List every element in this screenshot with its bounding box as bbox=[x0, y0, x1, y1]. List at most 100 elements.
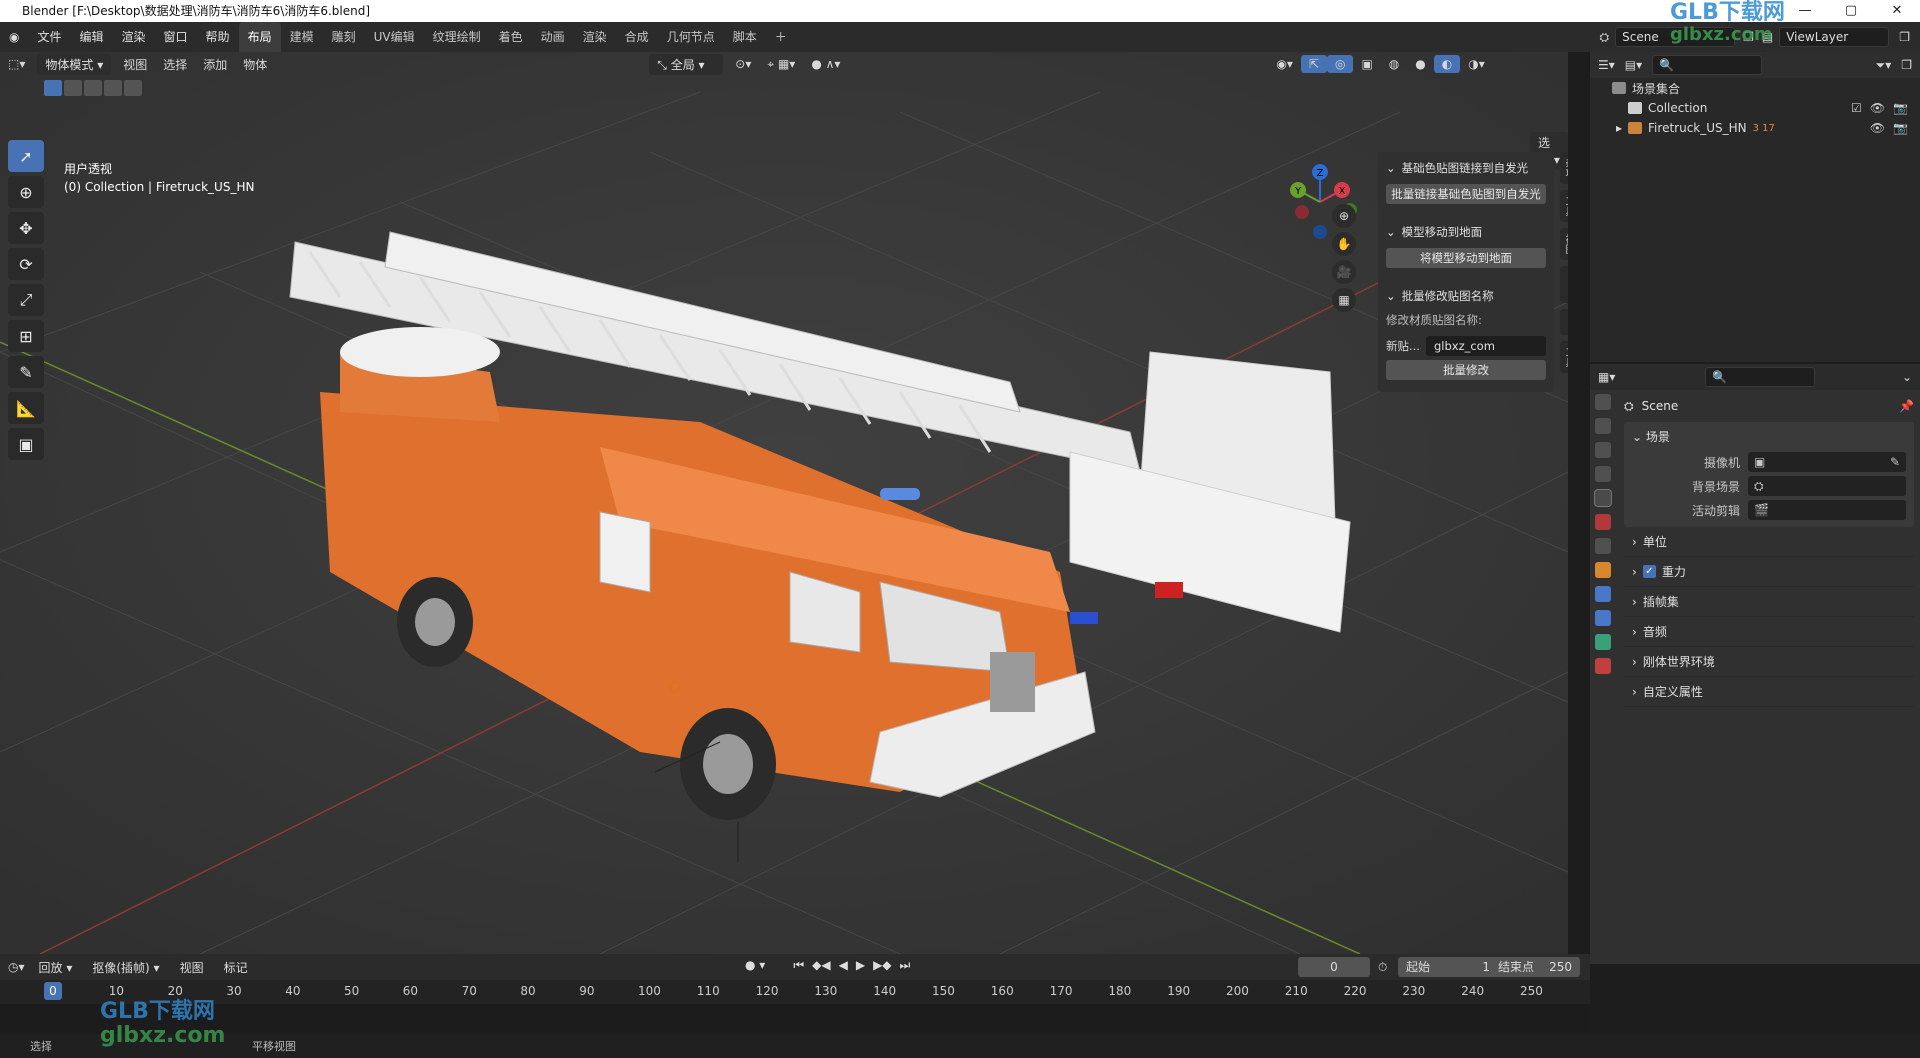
shading-solid-icon[interactable]: ● bbox=[1407, 55, 1433, 73]
move-tool-icon[interactable]: ✥ bbox=[8, 212, 44, 244]
tab-shading[interactable]: 着色 bbox=[490, 22, 532, 52]
rotate-tool-icon[interactable]: ⟳ bbox=[8, 248, 44, 280]
new-collection-icon[interactable]: ❐ bbox=[1901, 58, 1912, 72]
close-button[interactable]: ✕ bbox=[1874, 0, 1920, 22]
tab-uv[interactable]: UV编辑 bbox=[365, 22, 424, 52]
keying-menu[interactable]: 抠像(插帧) ▾ bbox=[86, 957, 165, 978]
prev-keyframe-icon[interactable]: ◆◀ bbox=[812, 958, 830, 973]
options-chevron-icon[interactable]: ⌄ bbox=[1902, 370, 1912, 384]
physics-tab-icon[interactable] bbox=[1595, 610, 1611, 626]
shading-wireframe-icon[interactable]: ◍ bbox=[1381, 55, 1407, 73]
eye-icon[interactable]: 👁 bbox=[1870, 121, 1885, 135]
panel-header[interactable]: ⌄ 场景 bbox=[1632, 425, 1906, 448]
add-cube-tool-icon[interactable]: ▣ bbox=[8, 428, 44, 460]
object-tab-icon[interactable] bbox=[1595, 562, 1611, 578]
display-mode-icon[interactable]: ▤▾ bbox=[1625, 58, 1642, 72]
texture-tab-icon[interactable] bbox=[1595, 658, 1611, 674]
collection-tab-icon[interactable] bbox=[1595, 538, 1611, 554]
panel-custom-properties[interactable]: › 自定义属性 bbox=[1624, 677, 1914, 707]
filter-icon[interactable]: ⏷▾ bbox=[1876, 58, 1892, 73]
tab-compositing[interactable]: 合成 bbox=[616, 22, 658, 52]
tree-item-firetruck[interactable]: ▸ Firetruck_US_HN 3 17 👁 📷 bbox=[1590, 118, 1920, 138]
pin-icon[interactable]: 📌 bbox=[1899, 399, 1914, 413]
background-scene-field[interactable]: ⛭ bbox=[1748, 476, 1906, 496]
shading-material-icon[interactable]: ◐ bbox=[1433, 55, 1461, 73]
auto-keying-icon[interactable]: ● ▾ bbox=[745, 958, 765, 973]
panel-rigid-body-world[interactable]: › 刚体世界环境 bbox=[1624, 647, 1914, 677]
3d-viewport[interactable]: ⬚▾ 物体模式 ▾ 视图 选择 添加 物体 ⤡ 全局 ▾ ⊙▾ ⌖ ▦▾ ● ∧… bbox=[0, 52, 1568, 954]
end-frame-input[interactable]: 结束点 250 bbox=[1490, 957, 1580, 977]
pan-hand-icon[interactable]: ✋ bbox=[1332, 232, 1356, 256]
tab-geometry-nodes[interactable]: 几何节点 bbox=[658, 22, 724, 52]
play-reverse-icon[interactable]: ◀ bbox=[839, 958, 848, 973]
cursor-tool-icon[interactable]: ⊕ bbox=[8, 176, 44, 208]
menu-edit[interactable]: 编辑 bbox=[71, 22, 113, 52]
play-icon[interactable]: ▶ bbox=[856, 958, 865, 973]
scale-tool-icon[interactable]: ⤢ bbox=[8, 284, 44, 316]
output-tab-icon[interactable] bbox=[1595, 442, 1611, 458]
navigation-gizmo[interactable]: Z X Y bbox=[1282, 162, 1358, 242]
sidebar-tab-misc[interactable]: 杂项 bbox=[1560, 152, 1568, 184]
gravity-checkbox[interactable]: ✓ bbox=[1642, 565, 1656, 578]
tab-layout[interactable]: 布局 bbox=[238, 22, 281, 52]
next-keyframe-icon[interactable]: ▶◆ bbox=[873, 958, 891, 973]
perspective-toggle-icon[interactable]: ▦ bbox=[1332, 288, 1356, 312]
properties-search-input[interactable]: 🔍 bbox=[1705, 367, 1816, 387]
select-intersect-icon[interactable] bbox=[124, 80, 142, 96]
batch-rename-button[interactable]: 批量修改 bbox=[1386, 360, 1546, 380]
minimize-button[interactable]: — bbox=[1782, 0, 1828, 22]
checkbox-icon[interactable]: ☑ bbox=[1851, 101, 1862, 115]
view-layer-tab-icon[interactable] bbox=[1595, 466, 1611, 482]
select-new-icon[interactable] bbox=[44, 80, 62, 96]
menu-file[interactable]: 文件 bbox=[28, 22, 70, 52]
panel-audio[interactable]: › 音频 bbox=[1624, 617, 1914, 647]
panel-gravity[interactable]: › ✓ 重力 bbox=[1624, 557, 1914, 587]
select-box-tool-icon[interactable]: ➚ bbox=[8, 140, 44, 172]
maximize-button[interactable]: ▢ bbox=[1828, 0, 1874, 22]
active-clip-field[interactable]: 🎬 bbox=[1748, 500, 1906, 520]
start-frame-input[interactable]: 起始 1 bbox=[1398, 957, 1498, 977]
blender-logo-icon[interactable]: ◉ bbox=[0, 22, 28, 52]
view-menu[interactable]: 视图 bbox=[174, 957, 210, 978]
stopwatch-icon[interactable]: ⏱ bbox=[1378, 960, 1387, 975]
tree-item-collection[interactable]: Collection ☑ 👁 📷 bbox=[1590, 98, 1920, 118]
editor-type-icon[interactable]: ▦▾ bbox=[1598, 370, 1615, 384]
tab-modeling[interactable]: 建模 bbox=[281, 22, 323, 52]
tool-tab-icon[interactable] bbox=[1595, 394, 1611, 410]
pivot-icon[interactable]: ⊙▾ bbox=[727, 55, 759, 73]
playhead[interactable]: 0 bbox=[44, 982, 62, 1000]
editor-type-icon[interactable]: ☰▾ bbox=[1598, 58, 1615, 72]
sidebar-tab-lm[interactable]: LM bbox=[1560, 308, 1568, 336]
jump-end-icon[interactable]: ⏭ bbox=[900, 958, 911, 973]
sidebar-tab-tool2[interactable]: 工具 bbox=[1560, 341, 1568, 374]
gizmo-toggle-icon[interactable]: ⇱ bbox=[1300, 55, 1327, 73]
new-viewlayer-icon[interactable]: ❐ bbox=[1899, 30, 1910, 44]
constraints-tab-icon[interactable] bbox=[1595, 634, 1611, 650]
select-invert-icon[interactable] bbox=[104, 80, 122, 96]
camera-icon[interactable]: 📷 bbox=[1893, 101, 1908, 115]
panel-units[interactable]: › 单位 bbox=[1624, 527, 1914, 557]
tree-item-scene-collection[interactable]: 场景集合 bbox=[1590, 78, 1920, 98]
annotate-tool-icon[interactable]: ✎ bbox=[8, 356, 44, 388]
jump-start-icon[interactable]: ⏮ bbox=[793, 958, 804, 973]
select-extend-icon[interactable] bbox=[64, 80, 82, 96]
outliner-search-input[interactable]: 🔍 bbox=[1652, 55, 1763, 75]
menu-view[interactable]: 视图 bbox=[115, 54, 155, 75]
eye-icon[interactable]: 👁 bbox=[1870, 101, 1885, 115]
tab-animation[interactable]: 动画 bbox=[532, 22, 574, 52]
world-tab-icon[interactable] bbox=[1595, 514, 1611, 530]
render-tab-icon[interactable] bbox=[1595, 418, 1611, 434]
panel-header[interactable]: ⌄ 基础色贴图链接到自发光 bbox=[1386, 156, 1546, 180]
tab-scripting[interactable]: 脚本 bbox=[724, 22, 766, 52]
current-frame-input[interactable]: 0 bbox=[1298, 957, 1370, 977]
select-subtract-icon[interactable] bbox=[84, 80, 102, 96]
modifier-tab-icon[interactable] bbox=[1595, 586, 1611, 602]
link-emission-button[interactable]: 批量链接基础色贴图到自发光 bbox=[1386, 184, 1546, 204]
measure-tool-icon[interactable]: 📐 bbox=[8, 392, 44, 424]
sidebar-tab-view[interactable]: 视图 bbox=[1560, 228, 1568, 260]
sidebar-tab-tool[interactable]: 工具 bbox=[1560, 190, 1568, 222]
menu-add[interactable]: 添加 bbox=[195, 54, 235, 75]
scene-icon[interactable]: ⛭ bbox=[1600, 30, 1610, 45]
xray-icon[interactable]: ▣ bbox=[1353, 55, 1380, 73]
tab-sculpt[interactable]: 雕刻 bbox=[323, 22, 365, 52]
